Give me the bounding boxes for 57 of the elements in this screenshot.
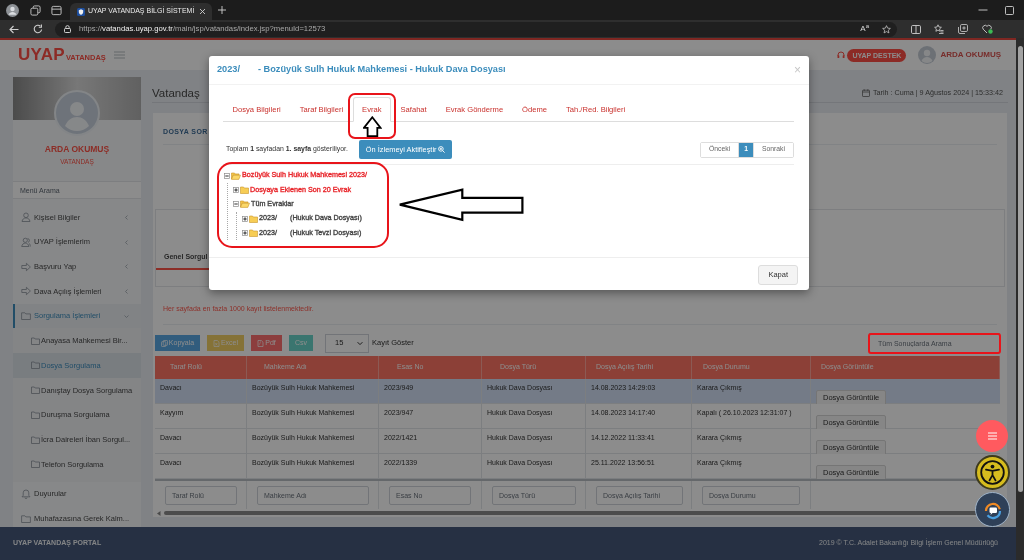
logo-text: UYAP [18,46,65,64]
folder-icon [31,410,40,419]
folder-icon [31,336,40,345]
arrow-right-icon [21,286,31,297]
headset-icon [837,51,846,59]
user-icon [21,212,31,223]
plus-box-icon[interactable] [233,187,239,194]
accessibility-icon [980,460,1005,485]
folder-icon [31,361,40,370]
user-name: ARDA OKUMUŞ [940,49,1001,61]
file-icon [257,339,265,347]
folder-icon [21,513,31,524]
avatar-icon [918,46,937,64]
chevron-down-icon [357,340,363,346]
users-icon [21,237,31,248]
modal-title: - Bozüyük Sulh Hukuk Mahkemesi - Hukuk Dava Dosyası [258,63,506,77]
star-icon[interactable] [882,24,891,34]
read-aloud-button[interactable]: A$^{a}$ [860,25,869,33]
avatar-icon [54,90,100,136]
split-screen-icon[interactable] [911,24,921,34]
open-folder-icon [240,200,250,209]
page-title: Vatandaş [152,86,200,100]
back-icon[interactable] [9,24,19,34]
squares-icon[interactable] [30,4,41,16]
zoom-in-icon [438,146,446,153]
minus-box-icon[interactable] [224,172,230,179]
favicon-icon [77,7,85,16]
vertical-scrollbar[interactable] [1016,38,1024,560]
calendar-icon [862,89,870,97]
open-folder-icon [231,171,241,180]
minus-box-icon[interactable] [233,201,239,208]
favorites-icon[interactable] [934,24,944,34]
arrow-right-icon [21,261,31,272]
lock-icon [64,25,71,33]
heart-icon[interactable] [982,24,993,34]
plus-box-icon[interactable] [242,215,248,222]
window-icon[interactable] [51,4,62,16]
folder-icon [240,186,249,195]
maximize-icon[interactable] [1005,5,1014,15]
folder-icon [31,386,40,395]
folder-icon [31,460,40,469]
profile-icon[interactable] [6,3,19,17]
folder-icon [31,435,40,444]
menu-icon [987,432,997,440]
refresh-icon[interactable] [33,24,43,34]
modal-title-number: 2023/ [217,63,240,77]
bell-icon [21,488,31,499]
folder-icon [21,311,31,322]
copy-icon [160,339,168,347]
plus-box-icon[interactable] [242,230,248,237]
collections-icon[interactable] [958,24,968,34]
profile-name: ARDA OKUMUŞ [44,144,110,154]
close-icon[interactable] [199,8,206,15]
up-arrow [363,116,382,137]
plus-icon[interactable] [218,6,226,14]
scroll-left-icon[interactable] [157,510,161,516]
file-icon [212,339,220,347]
